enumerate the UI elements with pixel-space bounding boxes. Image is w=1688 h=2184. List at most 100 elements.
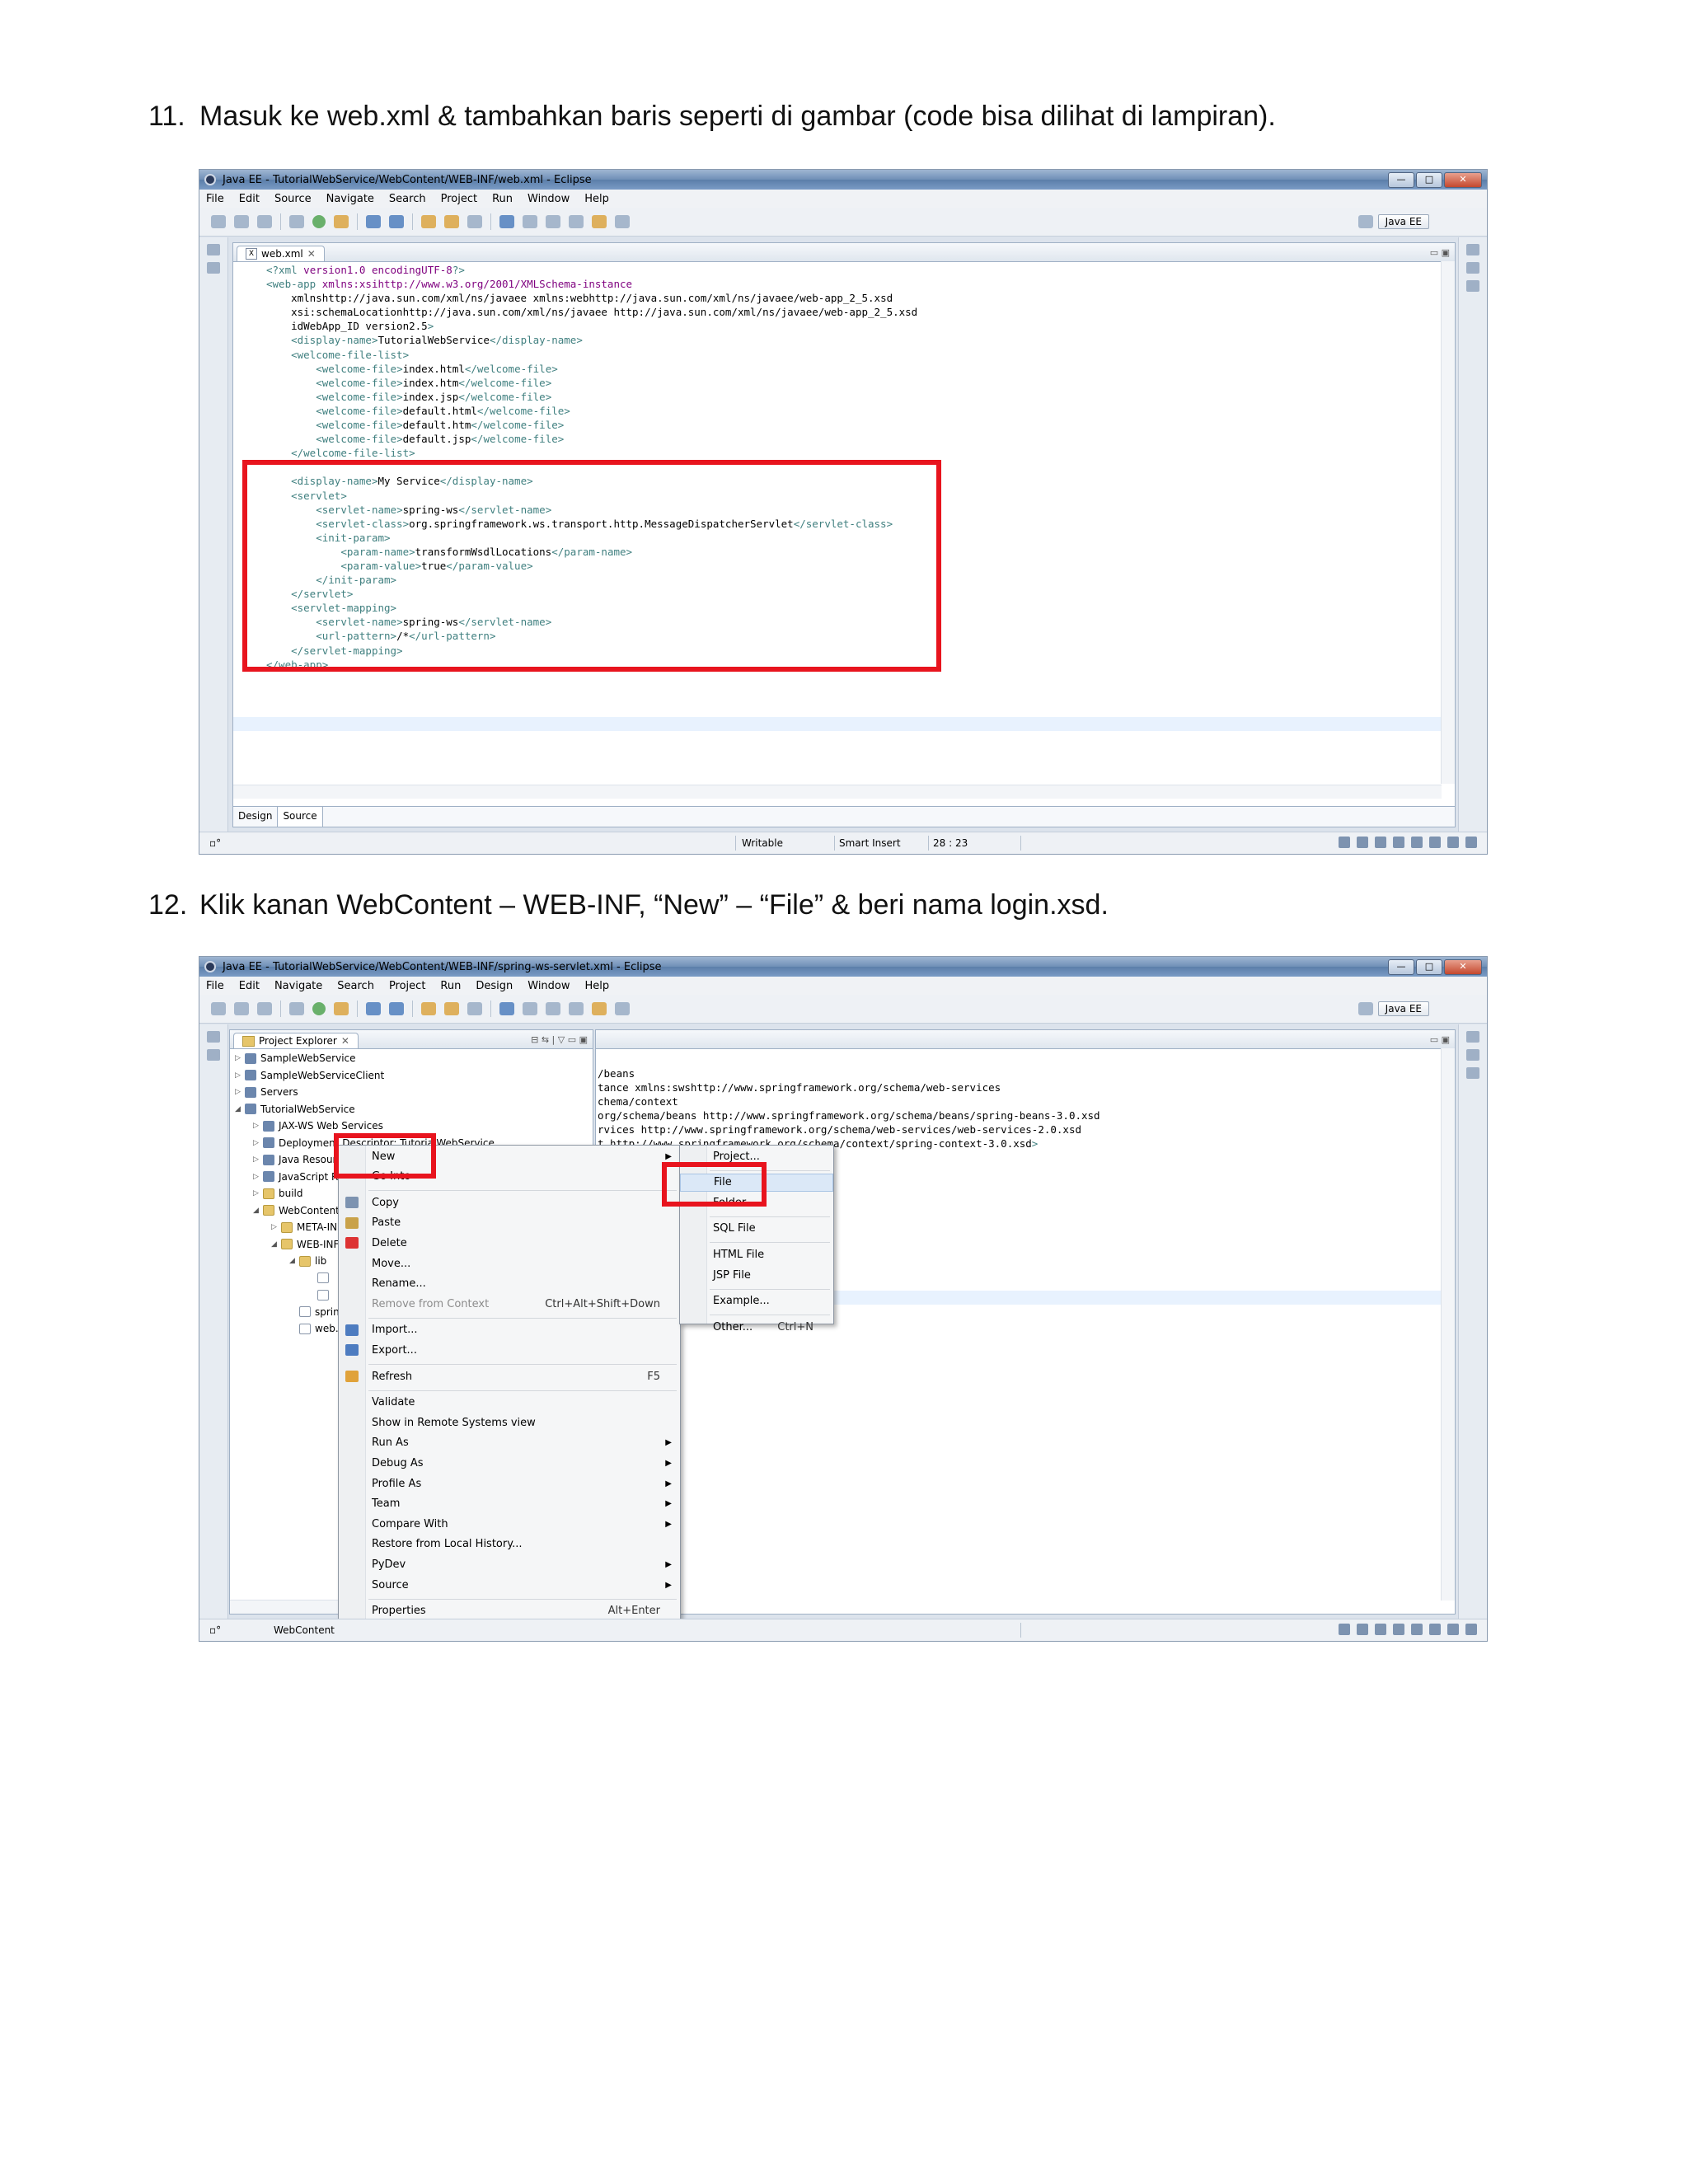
print-icon[interactable] [257,215,272,228]
menu-design[interactable]: Design [476,980,513,992]
tray-icon[interactable] [1393,837,1404,848]
print-icon[interactable] [257,1002,272,1015]
menu-item-example[interactable]: Example... [680,1292,833,1310]
close-tab-icon[interactable]: ✕ [307,248,316,260]
tree-item[interactable]: ▷ JAX-WS Web Services [235,1118,495,1135]
build-icon[interactable] [523,215,537,228]
run-icon[interactable] [312,215,326,228]
maximize-button[interactable]: □ [1416,958,1442,975]
tray-icon[interactable] [1375,837,1386,848]
menu-item-profile-as[interactable]: Profile As ▶ [339,1474,680,1493]
tray-icon[interactable] [1357,837,1368,848]
back-icon[interactable] [592,1002,607,1015]
restore-icon[interactable] [1466,244,1479,255]
menu-file[interactable]: File [206,193,224,205]
close-tab-icon[interactable]: ✕ [341,1035,349,1047]
menu-item-refresh[interactable]: Refresh F5 [339,1367,680,1385]
menu-item-compare-with[interactable]: Compare With ▶ [339,1515,680,1533]
menu-window[interactable]: Window [528,193,570,205]
tab-design[interactable]: Design [233,807,279,827]
project-explorer-icon[interactable] [207,1049,220,1061]
menu-file[interactable]: File [206,980,224,992]
menu-run[interactable]: Run [440,980,461,992]
tray-icon[interactable] [1465,837,1477,848]
menu-edit[interactable]: Edit [239,980,260,992]
menu-item-import[interactable]: Import... [339,1321,680,1339]
menu-item-show-in-remote-systems-view[interactable]: Show in Remote Systems view [339,1413,680,1432]
next-annotation-icon[interactable] [569,1002,584,1015]
tab-project-explorer[interactable]: Project Explorer ✕ [233,1033,359,1048]
menu-run[interactable]: Run [492,193,513,205]
menu-search[interactable]: Search [337,980,374,992]
tray-icon[interactable] [1429,837,1441,848]
expand-arrow-icon[interactable]: ▷ [253,1122,263,1130]
menu-search[interactable]: Search [389,193,426,205]
task-list-icon[interactable] [1466,1067,1479,1079]
run-icon[interactable] [312,1002,326,1015]
expand-arrow-icon[interactable]: ▷ [253,1189,263,1197]
expand-arrow-icon[interactable]: ◢ [289,1257,299,1265]
menu-help[interactable]: Help [585,980,610,992]
tab-web-xml[interactable]: X web.xml ✕ [237,246,325,261]
close-button[interactable]: ✕ [1444,171,1482,188]
new-icon[interactable] [211,1002,226,1015]
menu-item-team[interactable]: Team ▶ [339,1495,680,1513]
debug-icon[interactable] [289,215,304,228]
expand-arrow-icon[interactable]: ▷ [235,1088,245,1096]
code-area[interactable]: /beans tance xmlns:swshttp://www.springfr… [598,1066,1100,1151]
annotation-icon[interactable] [546,215,560,228]
tray-icon[interactable] [1357,1624,1368,1635]
web-service-icon[interactable] [389,1002,404,1015]
next-annotation-icon[interactable] [569,215,584,228]
menu-project[interactable]: Project [441,193,477,205]
web-service-icon[interactable] [389,215,404,228]
expand-arrow-icon[interactable]: ▷ [253,1155,263,1164]
forward-icon[interactable] [615,1002,630,1015]
tray-icon[interactable] [1411,1624,1423,1635]
debug-icon[interactable] [289,1002,304,1015]
menu-item-copy[interactable]: Copy [339,1193,680,1212]
fast-view-icon[interactable]: ▫° [209,837,221,849]
expand-arrow-icon[interactable]: ▷ [235,1071,245,1080]
tray-icon[interactable] [1411,837,1423,848]
expand-arrow-icon[interactable]: ▷ [235,1054,245,1062]
tray-icon[interactable] [1339,1624,1350,1635]
menu-item-pydev[interactable]: PyDev ▶ [339,1555,680,1573]
expand-arrow-icon[interactable]: ◢ [271,1240,281,1249]
external-tools-icon[interactable] [334,215,349,228]
tab-source[interactable]: Source [278,807,323,827]
new-icon[interactable] [211,215,226,228]
globe-icon[interactable] [499,215,514,228]
open-perspective-icon[interactable] [1357,1002,1373,1015]
minimize-maximize-icon[interactable]: ▭ ▣ [1430,1034,1450,1045]
vertical-scrollbar[interactable] [1441,261,1455,784]
menu-item-move[interactable]: Move... [339,1254,680,1272]
menu-edit[interactable]: Edit [239,193,260,205]
minimize-maximize-icon[interactable]: ▭ ▣ [1430,247,1450,258]
build-icon[interactable] [523,1002,537,1015]
save-icon[interactable] [234,1002,249,1015]
expand-arrow-icon[interactable]: ▷ [253,1139,263,1147]
new-server-icon[interactable] [366,215,381,228]
menu-item-jsp-file[interactable]: JSP File [680,1266,833,1284]
restore-icon[interactable] [1466,1031,1479,1043]
tray-icon[interactable] [1429,1624,1441,1635]
menu-item-run-as[interactable]: Run As ▶ [339,1434,680,1452]
new-server-icon[interactable] [366,1002,381,1015]
menu-item-delete[interactable]: Delete [339,1234,680,1252]
open-folder-icon[interactable] [444,215,459,228]
menu-item-export[interactable]: Export... [339,1341,680,1359]
forward-icon[interactable] [615,215,630,228]
maximize-button[interactable]: □ [1416,171,1442,188]
menu-item-html-file[interactable]: HTML File [680,1245,833,1263]
tree-item[interactable]: ▷ SampleWebServiceClient [235,1067,495,1085]
menu-item-properties[interactable]: Properties Alt+Enter [339,1602,680,1620]
menu-help[interactable]: Help [584,193,609,205]
tray-icon[interactable] [1447,1624,1459,1635]
search-icon[interactable] [467,1002,482,1015]
external-tools-icon[interactable] [334,1002,349,1015]
restore-icon[interactable] [207,244,220,255]
task-list-icon[interactable] [1466,280,1479,292]
tray-icon[interactable] [1465,1624,1477,1635]
project-explorer-icon[interactable] [207,262,220,274]
